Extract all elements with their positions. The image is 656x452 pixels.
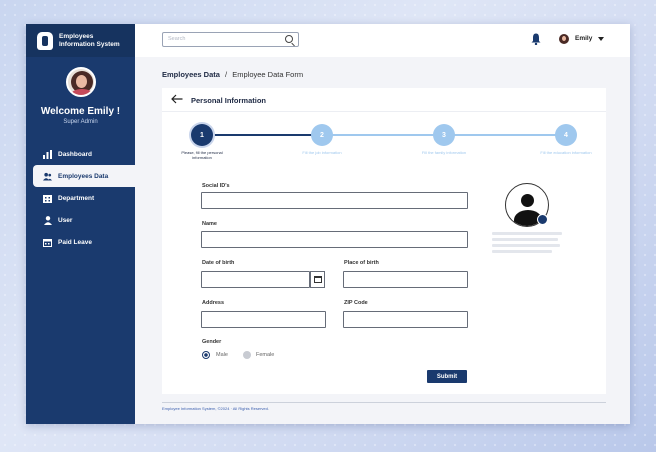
app-window: Employees Information System Welcome Emi… [26, 24, 630, 424]
breadcrumb-link-employees-data[interactable]: Employees Data [162, 70, 220, 79]
user-avatar[interactable] [559, 34, 569, 44]
step-connector [332, 134, 444, 136]
user-role: Super Admin [63, 119, 98, 125]
user-icon [43, 215, 52, 225]
zip-field[interactable] [343, 311, 468, 328]
camera-icon[interactable] [537, 214, 548, 225]
social-id-field[interactable] [201, 192, 468, 209]
breadcrumb: Employees Data / Employee Data Form [162, 70, 303, 79]
footer: Employee Information System, ©2024 · All… [162, 402, 606, 411]
photo-instructions [492, 232, 562, 256]
step-caption: Please, fill the personal information [181, 150, 223, 160]
card-header: Personal Information [162, 88, 606, 112]
name-label: Name [202, 221, 217, 227]
sidebar-item-label: User [58, 216, 73, 224]
step-connector [454, 134, 566, 136]
gender-radio-female[interactable] [243, 351, 251, 359]
social-id-label: Social ID's [202, 183, 230, 189]
user-name[interactable]: Emily [575, 35, 592, 42]
pob-label: Place of birth [344, 260, 379, 266]
bar-chart-icon [43, 149, 52, 159]
brand-name: Employees Information System [59, 33, 120, 48]
footer-text: Employee Information System, ©2024 · All… [162, 406, 269, 411]
pob-field[interactable] [343, 271, 468, 288]
avatar [65, 67, 96, 97]
sidebar-item-label: Paid Leave [58, 238, 92, 246]
users-icon [43, 172, 52, 181]
step-1[interactable]: 1 [191, 124, 213, 146]
building-icon [43, 194, 52, 203]
sidebar-item-label: Department [58, 194, 95, 202]
sidebar-item-department[interactable]: Department [26, 187, 135, 209]
submit-button[interactable]: Submit [427, 370, 467, 383]
gender-option-label: Female [256, 352, 275, 358]
step-3[interactable]: 3 [433, 124, 455, 146]
stepper: 1 2 3 4 Please, fill the personal inform… [162, 122, 606, 166]
sidebar-item-label: Dashboard [58, 150, 92, 158]
dob-field[interactable] [201, 271, 310, 288]
step-4[interactable]: 4 [555, 124, 577, 146]
date-picker-button[interactable] [310, 271, 325, 288]
calendar-icon [313, 276, 322, 283]
breadcrumb-current: Employee Data Form [232, 70, 304, 79]
step-caption: Fill the family information [421, 150, 467, 155]
chevron-down-icon[interactable] [598, 37, 604, 41]
sidebar-item-dashboard[interactable]: Dashboard [26, 143, 135, 165]
step-2[interactable]: 2 [311, 124, 333, 146]
sidebar-item-label: Employees Data [58, 172, 109, 180]
calendar-icon [43, 238, 52, 247]
zip-label: ZIP Code [344, 300, 368, 306]
gender-option-label: Male [216, 352, 228, 358]
bell-icon[interactable] [531, 33, 541, 45]
step-caption: Fill the education information [540, 150, 592, 155]
welcome-text: Welcome Emily ! [40, 106, 121, 117]
address-field[interactable] [201, 311, 326, 328]
card-title: Personal Information [191, 96, 267, 105]
sidebar: Employees Information System Welcome Emi… [26, 24, 135, 424]
sidebar-item-paid-leave[interactable]: Paid Leave [26, 231, 135, 253]
search-placeholder: Search [168, 36, 186, 42]
brand: Employees Information System [26, 24, 135, 57]
gender-label: Gender [202, 339, 222, 345]
name-field[interactable] [201, 231, 468, 248]
back-arrow-icon[interactable] [171, 94, 183, 104]
form-card: Personal Information 1 2 3 4 Please, fil… [162, 88, 606, 394]
gender-radio-male[interactable] [202, 351, 210, 359]
dob-label: Date of birth [202, 260, 235, 266]
sidebar-item-user[interactable]: User [26, 209, 135, 231]
breadcrumb-separator: / [225, 70, 228, 79]
step-caption: Fill the job information [302, 150, 342, 155]
sidebar-menu: Dashboard Employees Data Department User [26, 143, 135, 253]
step-connector [212, 134, 322, 136]
sidebar-item-employees-data[interactable]: Employees Data [33, 165, 135, 187]
search-icon[interactable] [285, 35, 293, 43]
top-bar: Search Emily [135, 24, 630, 57]
address-label: Address [202, 300, 225, 306]
search-input[interactable]: Search [162, 32, 299, 47]
logo-icon [37, 31, 53, 50]
